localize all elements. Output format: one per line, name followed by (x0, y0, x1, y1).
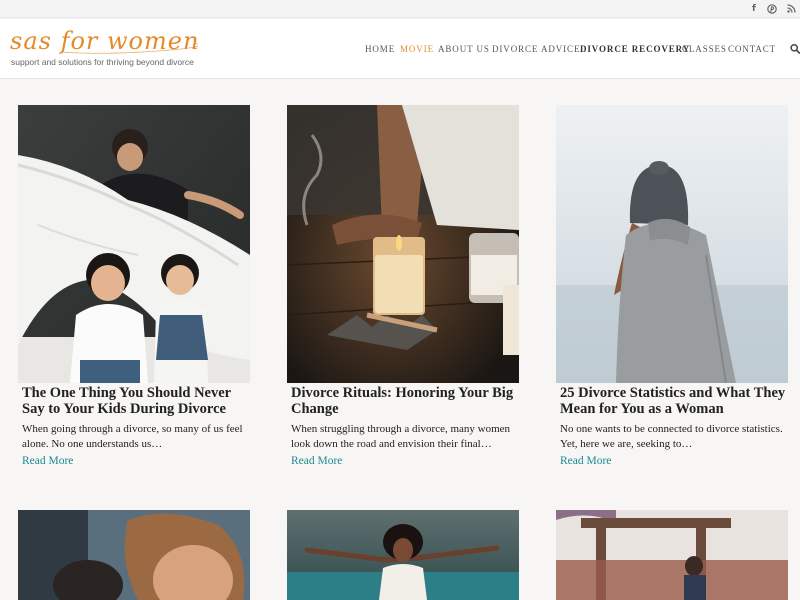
nav-divorce-advice[interactable]: DIVORCE ADVICE (492, 43, 580, 55)
post-excerpt: No one wants to be connected to divorce … (560, 423, 783, 450)
nav-home[interactable]: HOME (365, 43, 395, 55)
post-image[interactable] (287, 105, 519, 383)
post-title[interactable]: The One Thing You Should Never Say to Yo… (22, 385, 250, 417)
logo-swash-icon (59, 42, 198, 54)
search-icon[interactable] (790, 43, 800, 55)
post-excerpt: When going through a divorce, so many of… (22, 423, 243, 450)
pinterest-icon[interactable] (766, 3, 778, 18)
nav-movie[interactable]: MOVIE (400, 43, 434, 55)
nav-contact[interactable]: CONTACT (728, 43, 776, 55)
site-header: sas for women support and solutions for … (0, 19, 800, 79)
post-image[interactable] (556, 510, 788, 600)
post-card: 25 Divorce Statistics and What They Mean… (556, 105, 788, 480)
post-card: Divorce Rituals: Honoring Your Big Chang… (287, 105, 519, 480)
post-card (18, 510, 250, 600)
read-more-link[interactable]: Read More (291, 455, 342, 467)
post-card: The One Thing You Should Never Say to Yo… (18, 105, 250, 480)
facebook-icon[interactable]: f (748, 3, 760, 15)
post-image[interactable] (287, 510, 519, 600)
post-card (556, 510, 788, 600)
post-image[interactable] (18, 105, 250, 383)
post-image[interactable] (556, 105, 788, 383)
read-more-link[interactable]: Read More (560, 455, 611, 467)
read-more-link[interactable]: Read More (22, 455, 73, 467)
post-title[interactable]: 25 Divorce Statistics and What They Mean… (560, 385, 788, 417)
post-card (287, 510, 519, 600)
nav-classes[interactable]: CLASSES (682, 43, 727, 55)
post-image[interactable] (18, 510, 250, 600)
rss-icon[interactable] (785, 3, 797, 17)
site-logo[interactable]: sas for women support and solutions for … (0, 19, 200, 75)
post-title[interactable]: Divorce Rituals: Honoring Your Big Chang… (291, 385, 519, 417)
nav-about-us[interactable]: ABOUT US (438, 43, 490, 55)
site-tagline: support and solutions for thriving beyon… (11, 57, 194, 67)
nav-divorce-recovery[interactable]: DIVORCE RECOVERY (580, 43, 690, 55)
top-bar: f (0, 0, 800, 18)
post-excerpt: When struggling through a divorce, many … (291, 423, 511, 450)
